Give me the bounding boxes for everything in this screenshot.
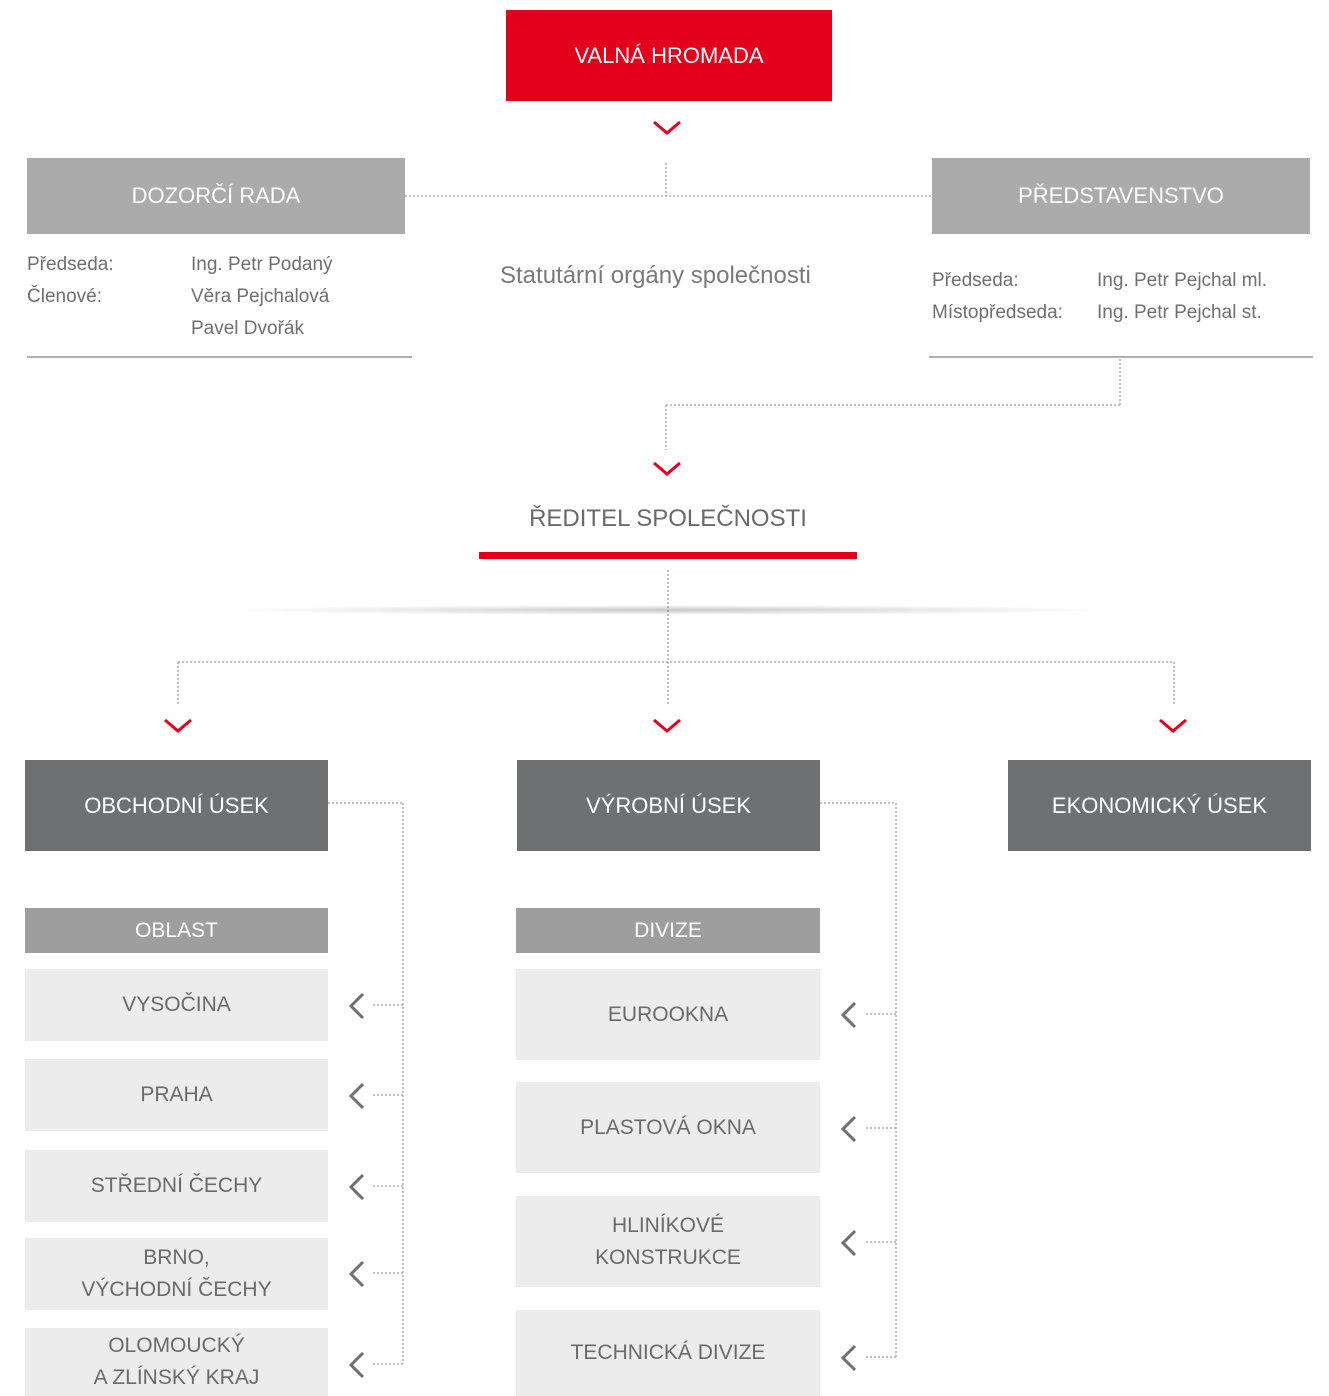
chevron-down-icon [1159,718,1187,733]
dozorci-role: Předseda: [27,254,114,275]
oblast-item-brno: BRNO, VÝCHODNÍ ČECHY [25,1238,328,1310]
dozorci-name: Věra Pejchalová [191,286,330,307]
oblast-item-label: BRNO, VÝCHODNÍ ČECHY [81,1246,272,1301]
divize-item-eurookna: EUROOKNA [516,969,820,1060]
shadow-divider [240,605,1100,615]
director-title: ŘEDITEL SPOLEČNOSTI [479,499,857,539]
department-ekonomicky-box: EKONOMICKÝ ÚSEK [1008,760,1311,851]
chevron-down-icon [653,120,681,135]
dozorci-name: Pavel Dvořák [191,318,304,339]
chevron-down-icon [653,718,681,733]
valna-hromada-label: VALNÁ HROMADA [574,42,764,68]
divize-item-technicka: TECHNICKÁ DIVIZE [516,1310,820,1396]
chevron-left-icon [840,1001,857,1029]
divize-item-hlinikove: HLINÍKOVÉ KONSTRUKCE [516,1196,820,1287]
dozorci-role: Členové: [27,286,102,307]
valna-hromada-box: VALNÁ HROMADA [506,10,832,101]
statutory-organs-label: Statutární orgány společnosti [500,262,811,289]
chevron-left-icon [840,1344,857,1372]
dozorci-divider [27,356,412,358]
director-label: ŘEDITEL SPOLEČNOSTI [529,505,807,532]
chevron-down-icon [164,718,192,733]
director-underline [479,552,857,559]
predstavenstvo-role: Předseda: [932,270,1019,291]
oblast-item-praha: PRAHA [25,1059,328,1131]
oblast-item-label: PRAHA [140,1083,213,1106]
dozorci-name: Ing. Petr Podaný [191,254,333,275]
divize-item-label: PLASTOVÁ OKNA [580,1115,756,1139]
predstavenstvo-box: PŘEDSTAVENSTVO [932,158,1310,234]
department-vyrobni-box: VÝROBNÍ ÚSEK [517,760,820,851]
divize-item-label: HLINÍKOVÉ KONSTRUKCE [595,1213,741,1269]
department-obchodni-box: OBCHODNÍ ÚSEK [25,760,328,851]
chevron-left-icon [348,1173,365,1201]
chevron-left-icon [348,992,365,1020]
predstavenstvo-role: Místopředseda: [932,302,1063,323]
oblast-item-label: OLOMOUCKÝ A ZLÍNSKÝ KRAJ [93,1334,260,1389]
chevron-left-icon [840,1115,857,1143]
chevron-left-icon [348,1351,365,1379]
chevron-down-icon [653,461,681,476]
divize-item-plastova-okna: PLASTOVÁ OKNA [516,1082,820,1173]
divize-item-label: TECHNICKÁ DIVIZE [570,1341,766,1364]
divize-header-label: DIVIZE [634,918,702,942]
department-label: VÝROBNÍ ÚSEK [585,792,752,818]
oblast-item-olomoucky: OLOMOUCKÝ A ZLÍNSKÝ KRAJ [25,1328,328,1396]
department-label: EKONOMICKÝ ÚSEK [1051,792,1268,818]
dozorci-rada-box: DOZORČÍ RADA [27,158,405,234]
oblast-item-label: STŘEDNÍ ČECHY [90,1174,263,1197]
dozorci-rada-title: DOZORČÍ RADA [131,183,301,208]
oblast-header: OBLAST [25,908,328,953]
chevron-left-icon [840,1229,857,1257]
divize-header: DIVIZE [516,908,820,953]
oblast-item-stredni-cechy: STŘEDNÍ ČECHY [25,1150,328,1222]
oblast-item-label: VYSOČINA [122,993,231,1016]
predstavenstvo-divider [929,356,1313,358]
predstavenstvo-name: Ing. Petr Pejchal st. [1097,302,1262,323]
chevron-left-icon [348,1260,365,1288]
oblast-header-label: OBLAST [135,918,218,942]
predstavenstvo-name: Ing. Petr Pejchal ml. [1097,270,1268,291]
divize-item-label: EUROOKNA [607,1002,729,1026]
department-label: OBCHODNÍ ÚSEK [84,792,269,818]
chevron-left-icon [348,1082,365,1110]
predstavenstvo-title: PŘEDSTAVENSTVO [1018,183,1224,208]
oblast-item-vysocina: VYSOČINA [25,969,328,1041]
